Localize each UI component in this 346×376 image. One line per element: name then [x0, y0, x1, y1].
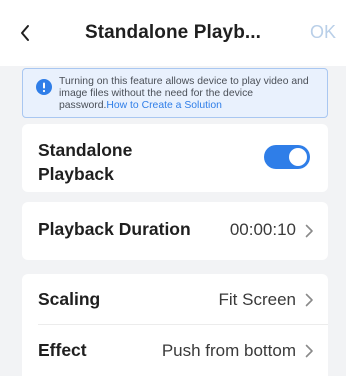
standalone-playback-label: Standalone Playback [38, 140, 133, 184]
standalone-playback-row: Standalone Playback [22, 124, 328, 192]
effect-label: Effect [38, 340, 87, 360]
playback-duration-row[interactable]: Playback Duration 00:00:10 [22, 202, 328, 260]
scaling-label: Scaling [38, 289, 101, 309]
chevron-right-icon [305, 293, 313, 307]
header: Standalone Playb... OK [0, 0, 346, 66]
notice-text: Turning on this feature allows device to… [59, 76, 319, 111]
info-icon [36, 79, 52, 95]
scaling-value: Fit Screen [218, 290, 296, 309]
chevron-right-icon [305, 224, 313, 238]
screen: Standalone Playb... OK Turning on this f… [0, 0, 346, 376]
playback-duration-value: 00:00:10 [229, 220, 296, 239]
chevron-right-icon [305, 344, 313, 358]
back-chevron-icon [21, 25, 29, 41]
display-settings-card: Scaling Fit Screen Effect Push from bott… [22, 274, 328, 376]
ok-button[interactable]: OK [310, 22, 336, 43]
divider [38, 324, 328, 325]
playback-duration-label: Playback Duration [38, 219, 191, 239]
toggle-knob [289, 148, 307, 166]
back-button[interactable] [10, 18, 40, 48]
effect-value: Push from bottom [161, 341, 296, 360]
create-solution-link[interactable]: How to Create a Solution [106, 100, 222, 111]
info-notice: Turning on this feature allows device to… [22, 68, 328, 118]
page-title: Standalone Playb... [84, 22, 262, 43]
standalone-playback-toggle[interactable] [264, 145, 310, 169]
